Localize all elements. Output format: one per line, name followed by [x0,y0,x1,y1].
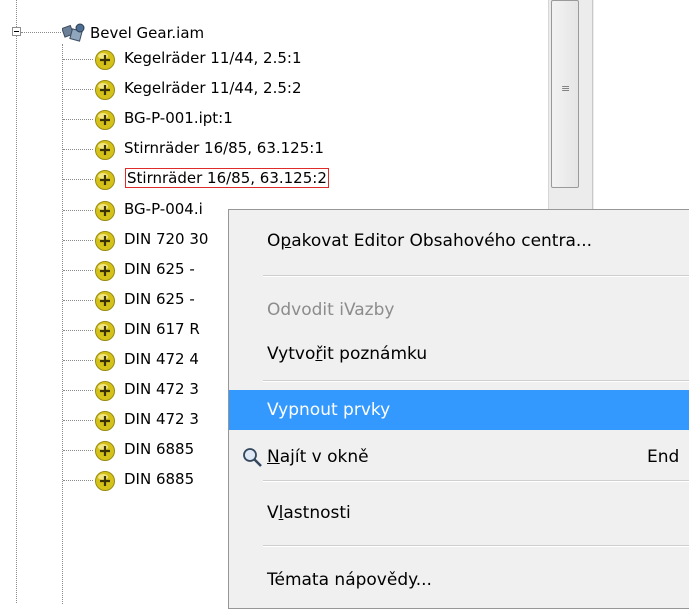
tree-item[interactable]: BG-P-001.ipt:1 [0,104,550,132]
menu-separator [263,380,689,382]
component-icon [95,381,115,401]
menu-separator [263,275,689,277]
tree-line [63,360,93,361]
menu-item[interactable]: Vytvořit poznámku [229,334,689,374]
menu-item[interactable]: Vlastnosti [229,493,689,533]
tree-item-label: Stirnräder 16/85, 63.125:2 [125,168,329,188]
tree-line [63,450,93,451]
component-icon [95,261,115,281]
component-icon [95,351,115,371]
menu-separator [263,545,689,547]
tree-line [21,32,61,33]
tree-line [63,119,93,120]
component-icon [95,321,115,341]
menu-item-label: Opakovat Editor Obsahového centra... [267,231,593,251]
scrollbar-grip-icon: ≡ [561,82,571,95]
menu-item[interactable]: Témata nápovědy... [229,560,689,600]
menu-item[interactable]: Opakovat Editor Obsahového centra... [229,221,689,261]
tree-line [63,240,93,241]
menu-item[interactable]: Najít v okně End [229,437,689,477]
tree-item[interactable]: Stirnräder 16/85, 63.125:1 [0,134,550,162]
tree-line [63,59,93,60]
tree-item[interactable]: Kegelräder 11/44, 2.5:2 [0,74,550,102]
tree-item-label: DIN 472 3 [124,410,199,428]
assembly-icon [62,23,85,42]
tree-item-label: DIN 6885 [124,440,195,458]
menu-item-label: Vypnout prvky [267,400,391,420]
component-icon [95,80,115,100]
component-icon [95,201,115,221]
collapse-toggle[interactable] [12,27,21,36]
find-in-window-icon [243,448,262,467]
menu-item-label: Vlastnosti [267,503,351,523]
tree-item[interactable]: Kegelräder 11/44, 2.5:1 [0,44,550,72]
component-icon [95,441,115,461]
tree-item[interactable]: Stirnräder 16/85, 63.125:2 [0,164,550,192]
tree-item-label: Stirnräder 16/85, 63.125:1 [124,139,324,157]
tree-item-label: DIN 720 30 [124,230,209,248]
menu-item-shortcut: End [647,447,680,467]
tree-item-label: DIN 472 3 [124,380,199,398]
menu-item[interactable]: Odvodit iVazby [229,290,689,330]
tree-item-label: DIN 625 - [124,260,195,278]
tree-item-label: DIN 625 - [124,290,195,308]
tree-item-label: BG-P-004.i [124,200,203,218]
component-icon [95,471,115,491]
tree-line [63,300,93,301]
tree-item-label: DIN 472 4 [124,350,199,368]
tree-line [63,390,93,391]
tree-line [63,149,93,150]
component-icon [95,170,115,190]
tree-line [63,179,93,180]
tree-line [63,420,93,421]
tree-line [63,330,93,331]
component-icon [95,291,115,311]
menu-item-label: Najít v okně [267,447,369,467]
component-icon [95,411,115,431]
menu-separator [263,480,689,482]
tree-item-label: DIN 617 R [124,320,200,338]
menu-item-label: Témata nápovědy... [267,570,432,590]
tree-line [63,210,93,211]
component-icon [95,140,115,160]
tree-root-label[interactable]: Bevel Gear.iam [90,24,204,42]
context-menu: Opakovat Editor Obsahového centra... Odvo… [228,209,689,609]
tree-line [63,89,93,90]
tree-item-label: Kegelräder 11/44, 2.5:2 [124,79,302,97]
panel-divider [592,0,593,210]
menu-item-label: Vytvořit poznámku [267,344,428,364]
tree-item-label: BG-P-001.ipt:1 [124,109,233,127]
menu-item-label: Odvodit iVazby [267,300,395,320]
menu-item[interactable]: Vypnout prvky [229,390,689,430]
tree-line [63,480,93,481]
tree-item-label: Kegelräder 11/44, 2.5:1 [124,49,302,67]
tree-item-label: DIN 6885 [124,470,195,488]
tree-line [63,270,93,271]
component-icon [95,110,115,130]
component-icon [95,50,115,70]
component-icon [95,231,115,251]
